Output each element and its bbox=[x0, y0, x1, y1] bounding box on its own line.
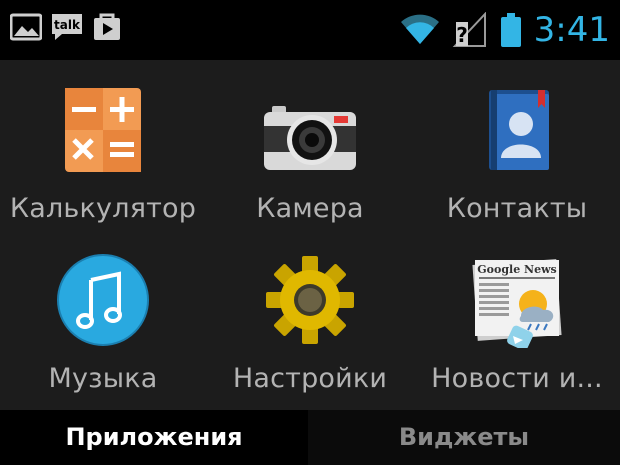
app-label: Камера bbox=[256, 193, 364, 224]
app-label: Калькулятор bbox=[9, 193, 197, 224]
talk-icon: talk bbox=[50, 12, 84, 42]
contacts-icon bbox=[469, 82, 565, 178]
app-label: Настройки bbox=[232, 363, 388, 394]
play-store-icon bbox=[92, 12, 122, 42]
news-icon: Google News bbox=[469, 252, 565, 351]
gallery-icon bbox=[10, 13, 42, 41]
tab-bar: Приложения Виджеты bbox=[0, 410, 620, 465]
app-contacts[interactable]: Контакты bbox=[414, 60, 620, 230]
tab-widgets[interactable]: Виджеты bbox=[308, 410, 620, 465]
app-calculator[interactable]: Калькулятор bbox=[0, 60, 206, 230]
svg-text:talk: talk bbox=[54, 18, 81, 32]
status-bar: talk ? 3:41 bbox=[0, 0, 620, 60]
svg-text:Google News: Google News bbox=[477, 263, 556, 276]
svg-text:?: ? bbox=[456, 23, 468, 47]
settings-icon bbox=[262, 252, 358, 348]
app-news[interactable]: Google News Новости и... bbox=[414, 230, 620, 400]
app-label: Музыка bbox=[48, 363, 158, 394]
system-status: ? 3:41 bbox=[400, 6, 610, 54]
tab-apps[interactable]: Приложения bbox=[0, 410, 308, 465]
battery-icon bbox=[500, 12, 522, 48]
app-settings[interactable]: Настройки bbox=[207, 230, 413, 400]
app-label: Новости и... bbox=[431, 363, 603, 394]
app-music[interactable]: Музыка bbox=[0, 230, 206, 400]
wifi-icon bbox=[400, 14, 440, 46]
no-sim-icon: ? bbox=[452, 12, 488, 48]
app-camera[interactable]: Камера bbox=[207, 60, 413, 230]
calculator-icon bbox=[55, 82, 151, 178]
clock: 3:41 bbox=[533, 10, 610, 50]
music-icon bbox=[55, 252, 151, 348]
notification-icons: talk bbox=[10, 12, 122, 42]
app-label: Контакты bbox=[446, 193, 588, 224]
app-grid: Калькулятор Камера Контакты Музыка Настр… bbox=[0, 60, 620, 410]
camera-icon bbox=[262, 82, 358, 178]
